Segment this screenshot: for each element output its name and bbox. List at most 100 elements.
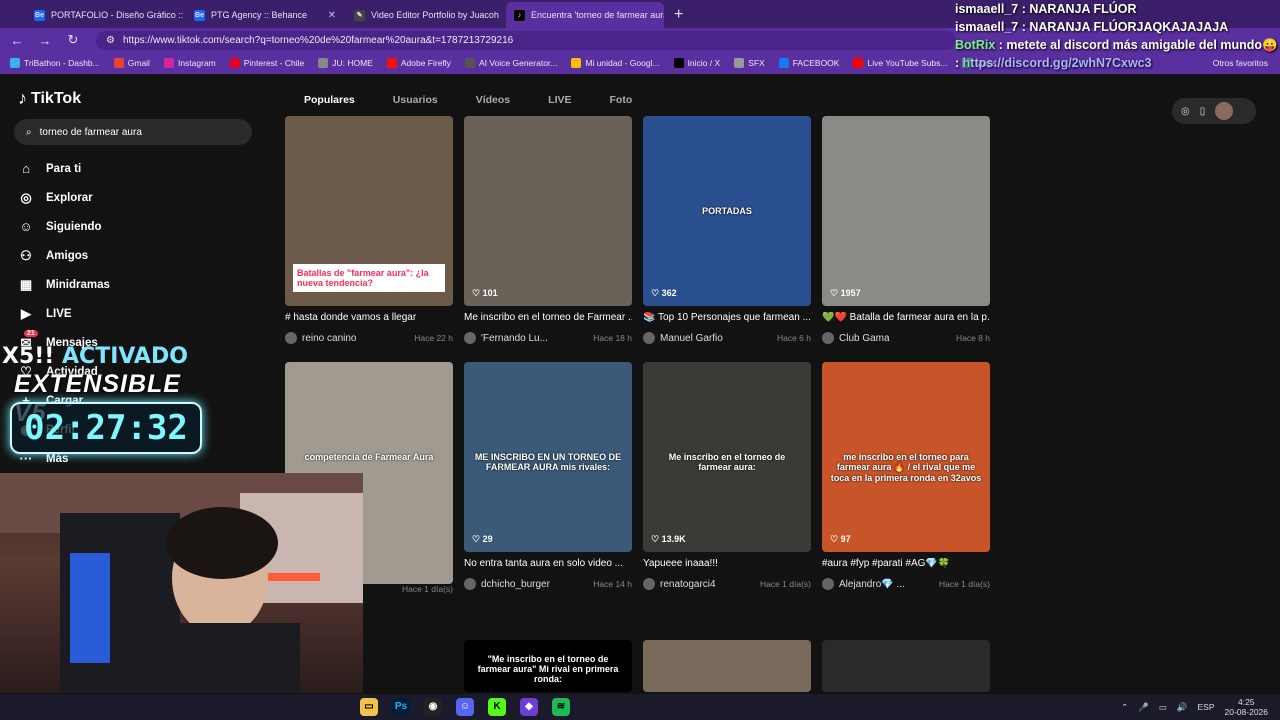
microphone-icon[interactable]: 🎤 [1138, 702, 1149, 713]
back-icon[interactable]: ← [8, 33, 26, 48]
app-icon[interactable]: ◆ [520, 698, 538, 716]
video-card[interactable]: Me inscribo en el torneo de farmear aura… [643, 362, 811, 590]
video-thumbnail[interactable]: ♡ 1957 [822, 116, 990, 306]
photoshop-icon[interactable]: Ps [392, 698, 410, 716]
video-time: Hace 14 h [593, 579, 632, 589]
chat-username: ismaaell_7 [955, 2, 1019, 16]
bookmark-item[interactable]: TriBathon - Dashb... [10, 58, 100, 68]
author-avatar[interactable] [643, 332, 655, 344]
bookmark-item[interactable]: Adobe Firefly [386, 58, 451, 68]
sidebar-item[interactable]: ⌂ Para ti [0, 154, 260, 183]
tab-foto[interactable]: Foto [610, 94, 633, 106]
browser-tab[interactable]: Be PTG Agency :: Behance ✕ [186, 2, 344, 28]
sidebar-item[interactable]: ▦ Minidramas [0, 270, 260, 299]
video-caption[interactable]: 💚❤️ Batalla de farmear aura en la p... [822, 312, 990, 323]
video-caption[interactable]: # hasta donde vamos a llegar [285, 312, 453, 323]
video-card[interactable]: ME INSCRIBO EN UN TORNEO DE FARMEAR AURA… [464, 362, 632, 590]
bookmark-item[interactable]: JU: HOME [318, 58, 373, 68]
author-avatar[interactable] [822, 332, 834, 344]
video-thumbnail[interactable] [822, 640, 990, 692]
sidebar-item[interactable]: ⚇ Amigos [0, 241, 260, 270]
sidebar-item[interactable]: ▶ LIVE [0, 299, 260, 328]
bookmark-item[interactable]: Instagram [163, 58, 216, 68]
video-caption[interactable]: No entra tanta aura en solo video ... [464, 558, 632, 569]
video-thumbnail[interactable]: me inscribo en el torneo para farmear au… [822, 362, 990, 552]
sidebar-item[interactable]: ☺ Siguiendo [0, 212, 260, 241]
author-name[interactable]: Club Gama [839, 333, 890, 344]
author-name[interactable]: reino canino [302, 333, 356, 344]
network-icon[interactable]: ▭ [1159, 702, 1167, 713]
video-thumbnail[interactable] [643, 640, 811, 692]
video-card[interactable]: PORTADAS ♡ 362 📚 Top 10 Personajes que far… [643, 116, 811, 344]
avatar[interactable] [1215, 102, 1234, 120]
video-meta: Alejandro💎 ... Hace 1 día(s) [822, 578, 990, 590]
video-card[interactable] [822, 640, 990, 692]
bookmark-item[interactable]: Pinterest - Chile [229, 58, 304, 68]
video-card[interactable]: "Me inscribo en el torneo de farmear aur… [464, 640, 632, 692]
tiktok-logo[interactable]: ♪ TikTok [18, 88, 81, 109]
author-name[interactable]: Alejandro💎 ... [839, 579, 905, 590]
tab-usuarios[interactable]: Usuarios [393, 94, 438, 106]
obs-icon[interactable]: ◉ [424, 698, 442, 716]
video-card[interactable]: me inscribo en el torneo para farmear au… [822, 362, 990, 590]
search-input[interactable]: ⌕ torneo de farmear aura [14, 119, 252, 145]
author-avatar[interactable] [464, 332, 476, 344]
file-explorer-icon[interactable]: ▭ [360, 698, 378, 716]
volume-icon[interactable]: 🔊 [1177, 702, 1188, 713]
tab-vídeos[interactable]: Vídeos [476, 94, 510, 106]
spotify-icon[interactable]: ≋ [552, 698, 570, 716]
video-thumbnail[interactable]: PORTADAS ♡ 362 [643, 116, 811, 306]
browser-tab[interactable]: ♪Encuentra 'torneo de farmear aura✕ [506, 2, 664, 28]
browser-tab[interactable]: ✎Video Editor Portfolio by Juacoh✕ [346, 2, 504, 28]
tab-favicon-icon: Be [194, 9, 205, 21]
reload-icon[interactable]: ↻ [64, 32, 82, 48]
kick-icon[interactable]: K [488, 698, 506, 716]
site-info-icon[interactable]: ⚙ [106, 35, 115, 46]
video-card[interactable]: Batallas de "farmear aura": ¿la nueva te… [285, 116, 453, 344]
video-card[interactable]: ♡ 101 Me inscribo en el torneo de Farmear… [464, 116, 632, 344]
author-name[interactable]: dchicho_burger [481, 579, 550, 590]
author-avatar[interactable] [643, 578, 655, 590]
author-name[interactable]: 'Fernando Lu... [481, 333, 548, 344]
video-caption[interactable]: Me inscribo en el torneo de Farmear ... [464, 312, 632, 323]
bookmark-item[interactable]: SFX [734, 58, 765, 68]
bookmark-item[interactable]: FACEBOOK [778, 58, 839, 68]
video-thumbnail[interactable]: ME INSCRIBO EN UN TORNEO DE FARMEAR AURA… [464, 362, 632, 552]
bookmark-item[interactable]: Mi unidad - Googl... [571, 58, 660, 68]
video-thumbnail[interactable]: Batallas de "farmear aura": ¿la nueva te… [285, 116, 453, 306]
author-name[interactable]: renatogarci4 [660, 579, 716, 590]
chat-message: BotRix : metete al discord más amigable … [955, 36, 1280, 72]
video-card[interactable]: ♡ 1957 💚❤️ Batalla de farmear aura en la … [822, 116, 990, 344]
video-caption[interactable]: 📚 Top 10 Personajes que farmean ... [643, 312, 811, 323]
language-indicator[interactable]: ESP [1198, 702, 1215, 712]
bookmark-item[interactable]: Gmail [113, 58, 150, 68]
bookmark-favicon-icon [853, 58, 864, 68]
bookmark-item[interactable]: Live YouTube Subs... [853, 58, 948, 68]
author-avatar[interactable] [464, 578, 476, 590]
discord-icon[interactable]: ☺ [456, 698, 474, 716]
video-thumbnail[interactable]: ♡ 101 [464, 116, 632, 306]
clock[interactable]: 4:25 20-08-2026 [1225, 697, 1268, 717]
close-icon[interactable]: ✕ [328, 10, 336, 21]
tab-live[interactable]: LIVE [548, 94, 571, 106]
tab-populares[interactable]: Populares [304, 94, 355, 106]
video-thumbnail[interactable]: Me inscribo en el torneo de farmear aura… [643, 362, 811, 552]
chevron-up-icon[interactable]: ⌃ [1121, 702, 1128, 713]
new-tab-button[interactable]: + [664, 6, 693, 28]
sidebar-item[interactable]: ◎ Explorar [0, 183, 260, 212]
browser-tab[interactable]: BePORTAFOLIO - Diseño Gráfico :: Be✕ [26, 2, 184, 28]
url-field[interactable]: ⚙ https://www.tiktok.com/search?q=torneo… [96, 30, 956, 50]
video-caption[interactable]: #aura #fyp #parati #AG💎🍀 [822, 558, 990, 569]
author-name[interactable]: Manuel Garfio [660, 333, 723, 344]
forward-icon[interactable]: → [36, 33, 54, 48]
phone-icon[interactable]: ▯ [1200, 106, 1206, 117]
author-avatar[interactable] [285, 332, 297, 344]
video-thumbnail[interactable]: "Me inscribo en el torneo de farmear aur… [464, 640, 632, 692]
bookmark-item[interactable]: AI Voice Generator... [464, 58, 557, 68]
chat-link[interactable]: https://discord.gg/2whN7Cxwc3 [963, 56, 1152, 70]
video-caption[interactable]: Yapueee inaaa!!! [643, 558, 811, 569]
bookmark-item[interactable]: Inicio / X [673, 58, 720, 68]
author-avatar[interactable] [822, 578, 834, 590]
video-card[interactable] [643, 640, 811, 692]
coins-icon[interactable]: ◎ [1181, 106, 1190, 117]
